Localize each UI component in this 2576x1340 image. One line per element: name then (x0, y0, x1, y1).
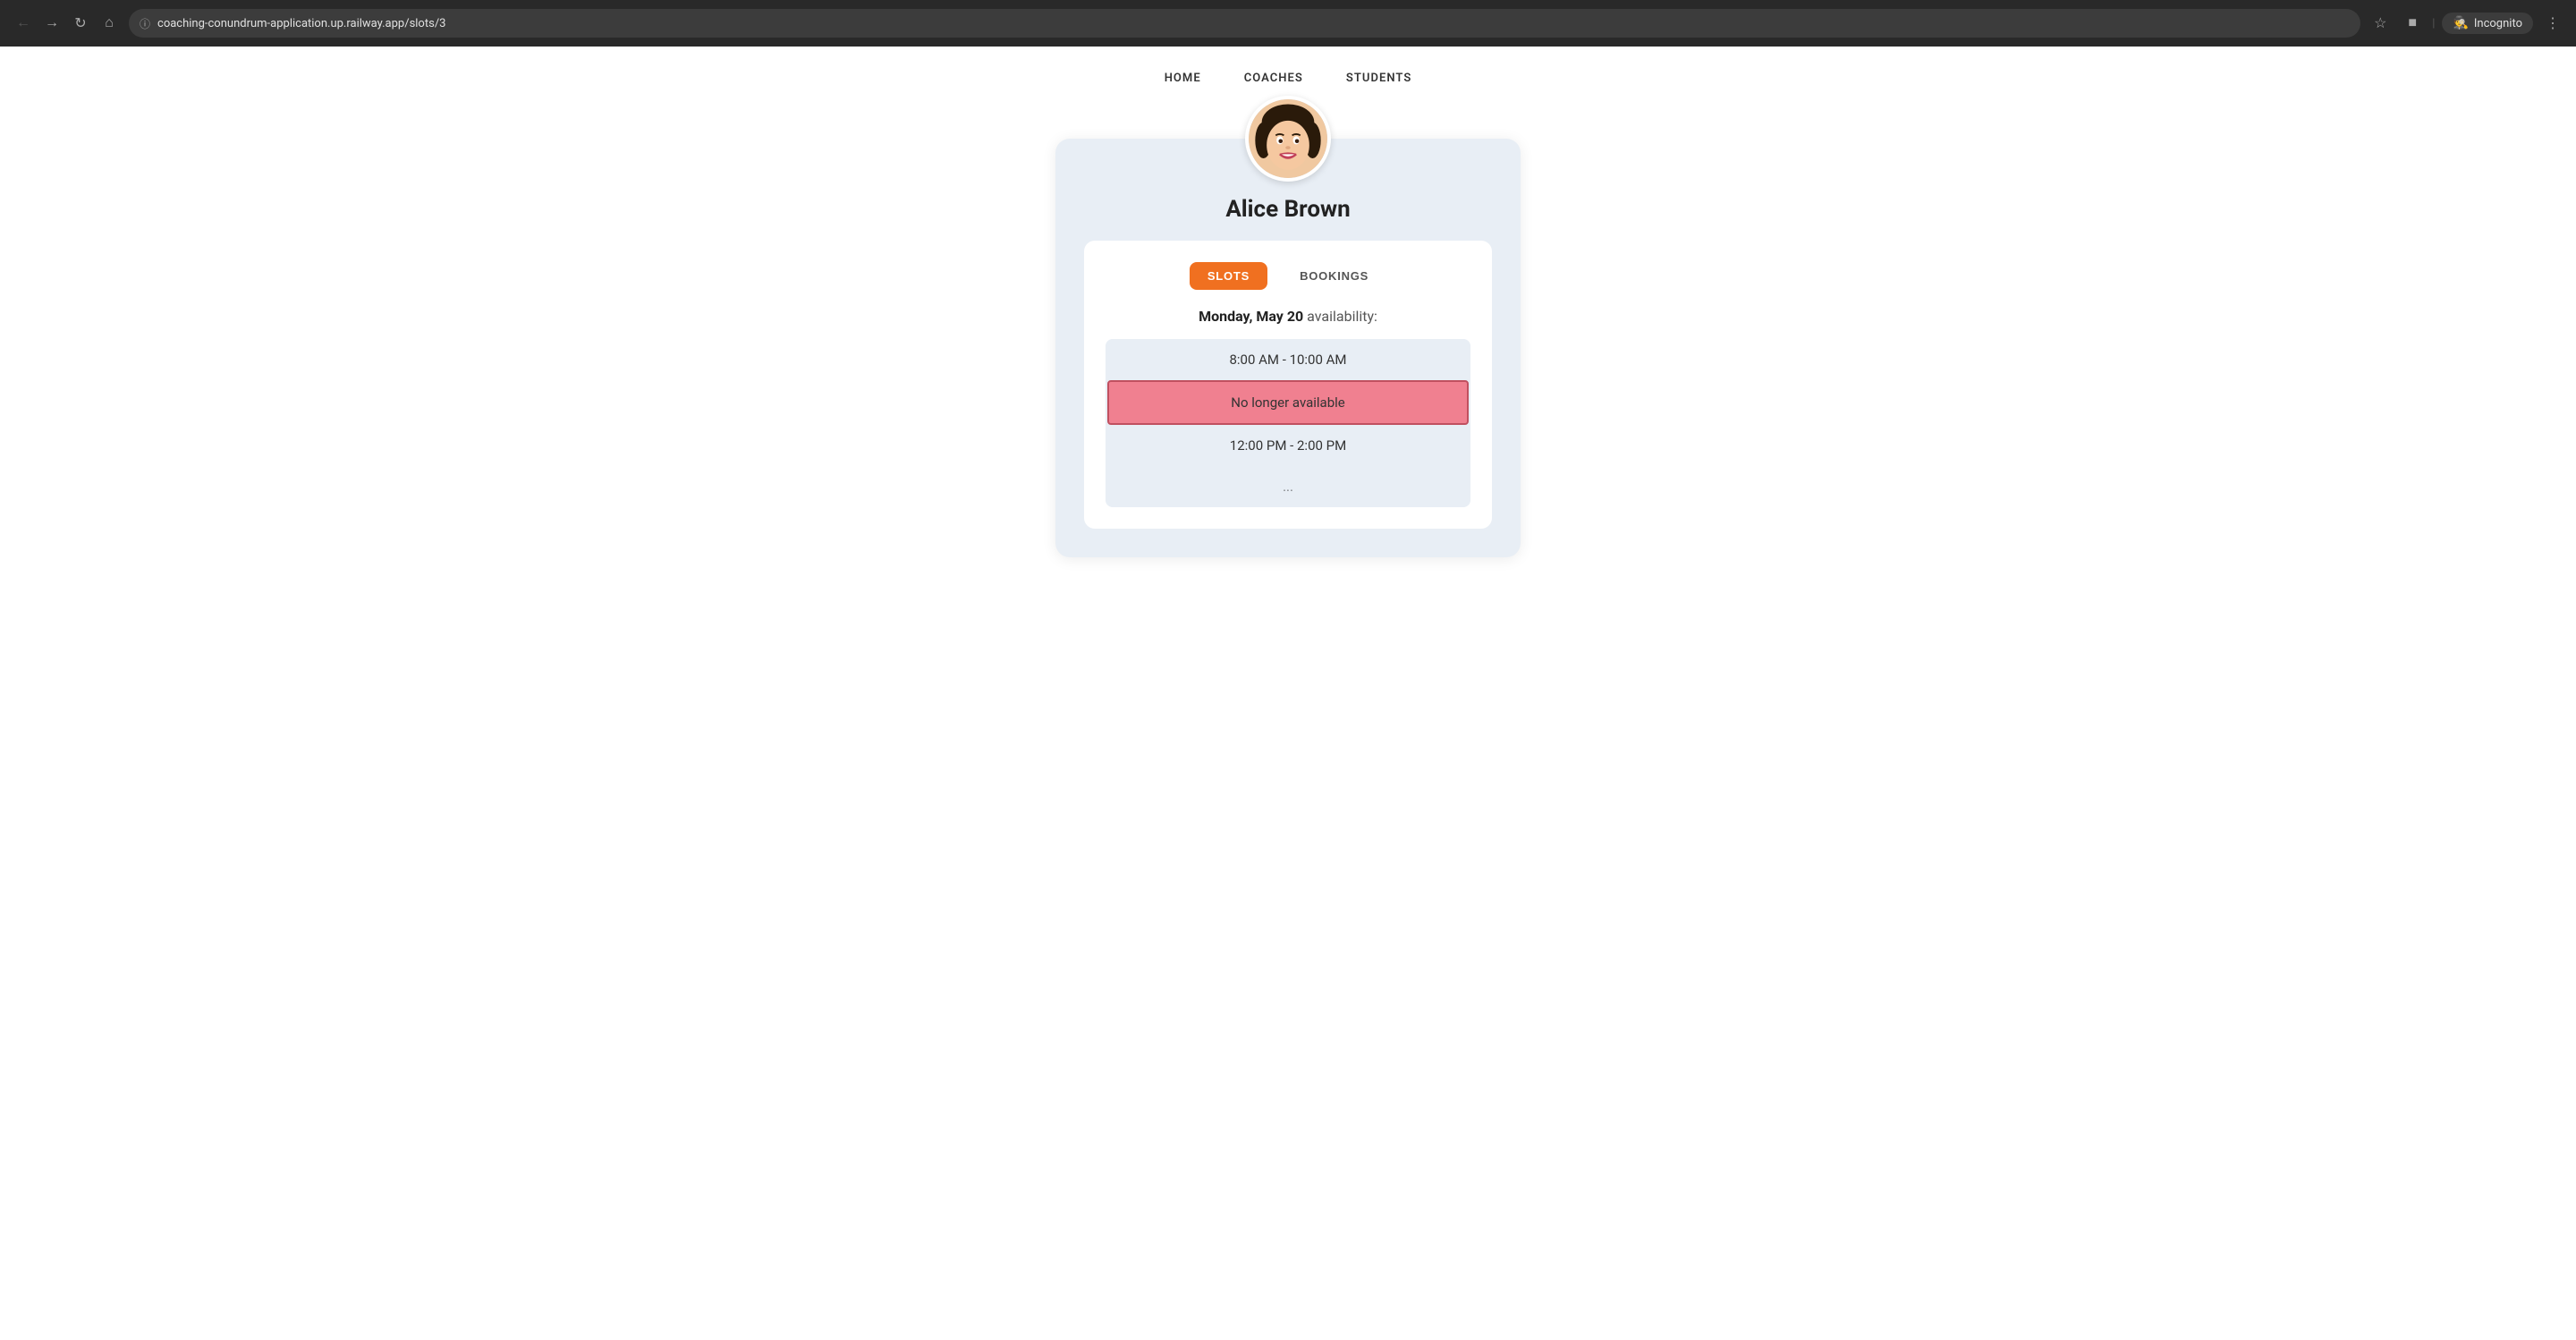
nav-coaches[interactable]: COACHES (1244, 72, 1303, 85)
coach-avatar-container (1245, 96, 1331, 182)
slot-time-3: 12:00 PM - 2:00 PM (1230, 437, 1346, 454)
tab-bookings[interactable]: BOOKINGS (1282, 262, 1386, 290)
slot-partial: ... (1106, 466, 1470, 507)
tab-buttons: SLOTS BOOKINGS (1106, 262, 1470, 290)
browser-actions: ☆ ■ | 🕵 Incognito ⋮ (2368, 11, 2565, 36)
coach-name: Alice Brown (1084, 196, 1492, 223)
nav-home[interactable]: HOME (1165, 72, 1201, 85)
separator: | (2432, 17, 2435, 30)
incognito-icon: 🕵 (2453, 16, 2468, 30)
avatar (1245, 96, 1331, 182)
menu-button[interactable]: ⋮ (2540, 11, 2565, 36)
home-button[interactable]: ⌂ (97, 11, 122, 36)
slots-list: 8:00 AM - 10:00 AM No longer available 1… (1106, 339, 1470, 507)
address-bar-container: ⓘ coaching-conundrum-application.up.rail… (129, 9, 2360, 38)
url-text: coaching-conundrum-application.up.railwa… (157, 17, 445, 30)
back-button[interactable]: ← (11, 11, 36, 36)
incognito-label: Incognito (2474, 17, 2522, 30)
availability-day: Monday, May 20 (1199, 308, 1303, 325)
address-bar[interactable]: ⓘ coaching-conundrum-application.up.rail… (129, 9, 2360, 38)
inner-card: SLOTS BOOKINGS Monday, May 20 availabili… (1084, 241, 1492, 529)
coach-card-wrapper: Alice Brown SLOTS BOOKINGS Monday, May 2… (1055, 139, 1521, 557)
slot-item-3: 12:00 PM - 2:00 PM (1106, 425, 1470, 466)
forward-button[interactable]: → (39, 11, 64, 36)
nav-bar: HOME COACHES STUDENTS (0, 47, 2576, 103)
availability-header: Monday, May 20 availability: (1106, 308, 1470, 325)
slot-unavailable-label: No longer available (1231, 394, 1345, 411)
availability-suffix: availability: (1303, 308, 1377, 325)
incognito-badge: 🕵 Incognito (2442, 13, 2533, 34)
extensions-button[interactable]: ■ (2400, 11, 2425, 36)
security-icon: ⓘ (140, 16, 150, 31)
bookmark-button[interactable]: ☆ (2368, 11, 2393, 36)
slot-item-1: 8:00 AM - 10:00 AM (1106, 339, 1470, 380)
slot-unavailable[interactable]: No longer available (1107, 380, 1469, 425)
browser-chrome: ← → ↻ ⌂ ⓘ coaching-conundrum-application… (0, 0, 2576, 47)
page-content: HOME COACHES STUDENTS (0, 47, 2576, 1340)
nav-students[interactable]: STUDENTS (1346, 72, 1411, 85)
tab-slots[interactable]: SLOTS (1190, 262, 1267, 290)
slot-time-partial: ... (1283, 479, 1293, 495)
slot-time-1: 8:00 AM - 10:00 AM (1229, 352, 1346, 368)
nav-buttons: ← → ↻ ⌂ (11, 11, 122, 36)
coach-card: Alice Brown SLOTS BOOKINGS Monday, May 2… (1055, 139, 1521, 557)
reload-button[interactable]: ↻ (68, 11, 93, 36)
